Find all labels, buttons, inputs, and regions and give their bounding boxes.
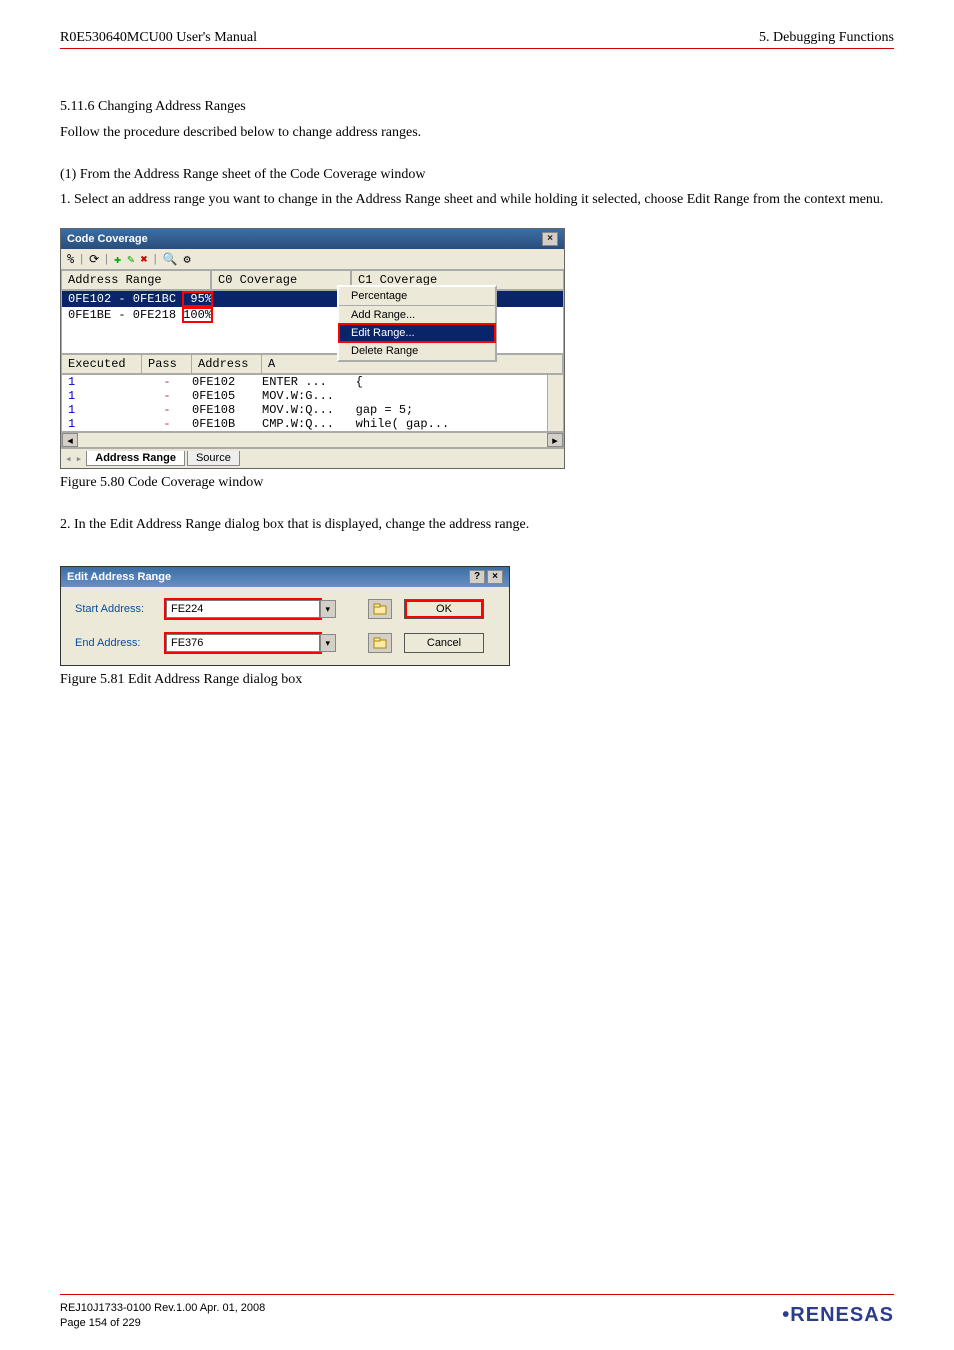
disasm-row[interactable]: 1-0FE102ENTER ... {	[62, 375, 563, 389]
add-icon[interactable]: ✚	[114, 252, 121, 266]
browse-icon[interactable]	[368, 599, 392, 619]
titlebar[interactable]: Code Coverage ×	[61, 229, 564, 249]
start-address-input[interactable]	[166, 600, 320, 618]
dropdown-icon[interactable]: ▾	[320, 634, 336, 652]
header-left: R0E530640MCU00 User's Manual	[60, 30, 257, 46]
end-address-input[interactable]	[166, 634, 320, 652]
tab-address-range[interactable]: Address Range	[86, 451, 185, 466]
figure-80-caption: Figure 5.80 Code Coverage window	[60, 475, 894, 491]
tab-strip: ◂ ▸ Address Range Source	[61, 448, 564, 468]
dropdown-icon[interactable]: ▾	[320, 600, 336, 618]
separator: |	[105, 253, 108, 265]
edit-address-range-dialog: Edit Address Range ? × Start Address: ▾ …	[60, 566, 510, 666]
start-address-label: Start Address:	[75, 603, 160, 615]
renesas-logo: •RENESAS	[782, 1304, 894, 1327]
section-heading: 5.11.6 Changing Address Ranges	[60, 99, 894, 115]
menu-delete-range[interactable]: Delete Range	[339, 342, 495, 360]
edit-icon[interactable]: ✎	[127, 252, 134, 266]
dialog-title: Edit Address Range	[67, 571, 171, 583]
settings-icon[interactable]: ⚙	[184, 252, 191, 266]
disasm-row[interactable]: 1-0FE105MOV.W:G...	[62, 389, 563, 403]
toolbar: % | ⟳ | ✚ ✎ ✖ | 🔍 ⚙	[61, 249, 564, 270]
col-pass[interactable]: Pass	[142, 355, 192, 373]
step-1: 1. Select an address range you want to c…	[60, 189, 894, 210]
tab-nav-prev-icon[interactable]: ▸	[76, 452, 83, 465]
disasm-row[interactable]: 1-0FE10BCMP.W:Q... while( gap...	[62, 417, 563, 431]
scroll-left-icon[interactable]: ◂	[62, 433, 78, 447]
menu-add-range[interactable]: Add Range...	[339, 306, 495, 324]
menu-edit-range[interactable]: Edit Range...	[339, 324, 495, 342]
browse-icon[interactable]	[368, 633, 392, 653]
footer-rev: REJ10J1733-0100 Rev.1.00 Apr. 01, 2008	[60, 1301, 265, 1315]
scroll-right-icon[interactable]: ▸	[547, 433, 563, 447]
delete-icon[interactable]: ✖	[140, 252, 147, 266]
figure-81-caption: Figure 5.81 Edit Address Range dialog bo…	[60, 672, 894, 688]
refresh-icon[interactable]: ⟳	[89, 252, 99, 266]
footer-page: Page 154 of 229	[60, 1316, 265, 1330]
ok-button[interactable]: OK	[404, 599, 484, 619]
page-footer: REJ10J1733-0100 Rev.1.00 Apr. 01, 2008 P…	[60, 1294, 894, 1330]
col-address-range[interactable]: Address Range	[61, 270, 211, 290]
page-header: R0E530640MCU00 User's Manual 5. Debuggin…	[60, 30, 894, 49]
step-2: 2. In the Edit Address Range dialog box …	[60, 515, 894, 535]
horizontal-scrollbar[interactable]: ◂ ▸	[61, 432, 564, 448]
separator: |	[154, 253, 157, 265]
dialog-body: Start Address: ▾ OK End Address: ▾ Cance…	[61, 587, 509, 665]
percent-icon[interactable]: %	[67, 252, 74, 266]
substep-heading: (1) From the Address Range sheet of the …	[60, 167, 894, 183]
menu-percentage[interactable]: Percentage	[339, 287, 495, 306]
col-executed[interactable]: Executed	[62, 355, 142, 373]
disasm-row[interactable]: 1-0FE108MOV.W:Q... gap = 5;	[62, 403, 563, 417]
header-right: 5. Debugging Functions	[759, 30, 894, 46]
context-menu: Percentage Add Range... Edit Range... De…	[337, 285, 497, 362]
cancel-button[interactable]: Cancel	[404, 633, 484, 653]
end-address-label: End Address:	[75, 637, 160, 649]
col-address[interactable]: Address	[192, 355, 262, 373]
code-coverage-window: Code Coverage × % | ⟳ | ✚ ✎ ✖ | 🔍 ⚙ Addr…	[60, 228, 565, 469]
help-icon[interactable]: ?	[469, 570, 485, 584]
coverage-rows: 0FE102 - 0FE1BC 95% 0FE1BE - 0FE218 100%…	[61, 290, 564, 354]
separator: |	[80, 253, 83, 265]
dialog-titlebar[interactable]: Edit Address Range ? ×	[61, 567, 509, 587]
vertical-scrollbar[interactable]	[547, 375, 563, 431]
tab-nav-first-icon[interactable]: ◂	[65, 452, 72, 465]
disasm-rows: 1-0FE102ENTER ... { 1-0FE105MOV.W:G... 1…	[61, 374, 564, 432]
col-c0[interactable]: C0 Coverage	[211, 270, 351, 290]
window-title: Code Coverage	[67, 233, 148, 245]
close-icon[interactable]: ×	[487, 570, 503, 584]
tab-source[interactable]: Source	[187, 451, 240, 466]
intro-text: Follow the procedure described below to …	[60, 123, 894, 143]
find-icon[interactable]: 🔍	[163, 252, 178, 266]
close-icon[interactable]: ×	[542, 232, 558, 246]
